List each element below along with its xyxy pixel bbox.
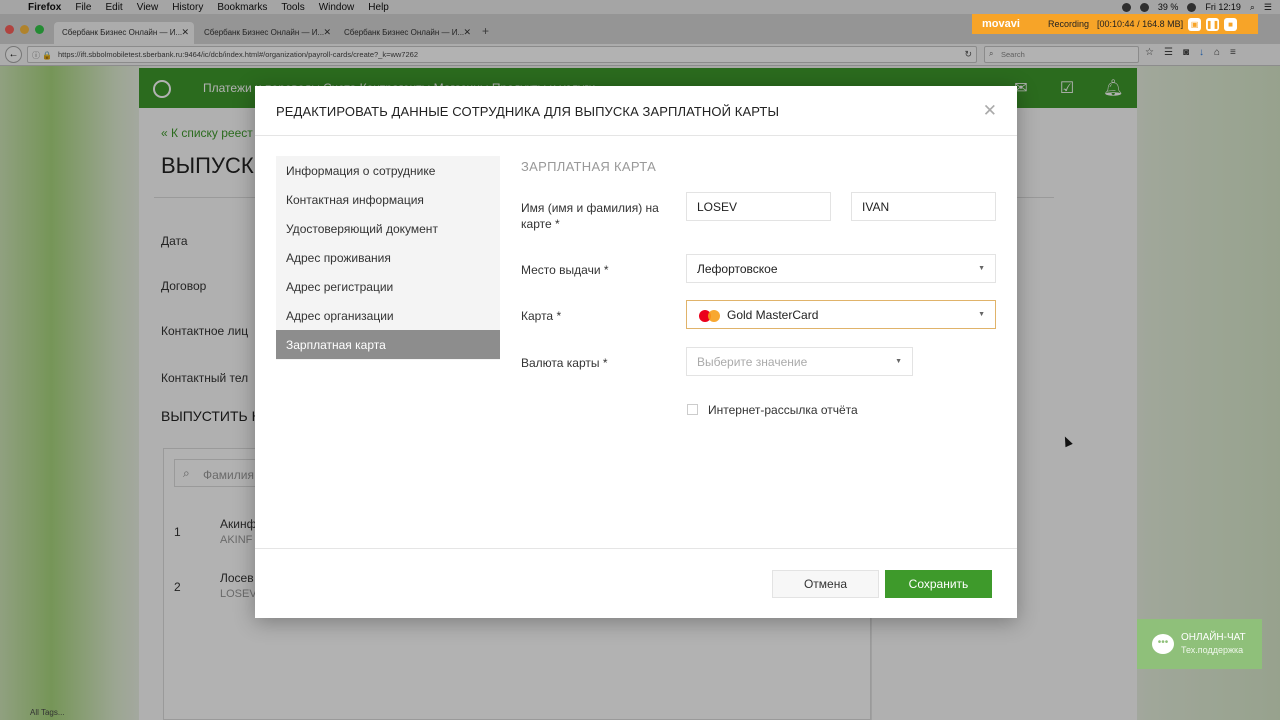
movavi-logo: movavi (982, 18, 1020, 30)
nav-item-employee-info[interactable]: Информация о сотруднике (276, 156, 500, 185)
online-chat-widget[interactable]: ••• ОНЛАЙН-ЧАТ Тех.поддержка (1137, 619, 1262, 669)
recording-label: Recording (1048, 19, 1090, 29)
chevron-down-icon: ▼ (895, 358, 902, 365)
last-name-input[interactable]: LOSEV (686, 192, 831, 221)
footer-divider (255, 548, 1017, 549)
cancel-button[interactable]: Отмена (772, 570, 879, 598)
card-name-label: Имя (имя и фамилия) на карте * (521, 201, 659, 231)
first-name-input[interactable]: IVAN (851, 192, 996, 221)
chat-title: ОНЛАЙН-ЧАТ (1181, 632, 1246, 643)
card-type-label: Карта * (521, 309, 562, 323)
nav-item-organization-address[interactable]: Адрес организации (276, 301, 500, 330)
edit-employee-modal: РЕДАКТИРОВАТЬ ДАННЫЕ СОТРУДНИКА ДЛЯ ВЫПУ… (255, 86, 1017, 618)
newsletter-checkbox[interactable] (687, 404, 698, 415)
chevron-down-icon: ▼ (978, 265, 985, 272)
issue-place-value: Лефортовское (697, 262, 778, 276)
nav-item-registration-address[interactable]: Адрес регистрации (276, 272, 500, 301)
issue-place-label: Место выдачи * (521, 263, 609, 277)
save-button[interactable]: Сохранить (885, 570, 992, 598)
recording-time: [00:10:44 / 164.8 MB] (1097, 19, 1184, 29)
card-type-value: Gold MasterCard (727, 308, 819, 322)
chat-bubble-icon: ••• (1152, 634, 1174, 654)
form-section-title: ЗАРПЛАТНАЯ КАРТА (521, 159, 657, 174)
modal-title: РЕДАКТИРОВАТЬ ДАННЫЕ СОТРУДНИКА ДЛЯ ВЫПУ… (276, 104, 780, 119)
nav-item-residence-address[interactable]: Адрес проживания (276, 243, 500, 272)
status-strip: All Tags... (30, 708, 65, 717)
stop-icon[interactable]: ■ (1224, 17, 1238, 31)
currency-placeholder: Выберите значение (697, 355, 808, 369)
nav-item-contact-info[interactable]: Контактная информация (276, 185, 500, 214)
mastercard-icon (699, 310, 721, 322)
nav-item-id-document[interactable]: Удостоверяющий документ (276, 214, 500, 243)
camera-icon[interactable]: ▣ (1188, 17, 1202, 31)
currency-select[interactable]: Выберите значение ▼ (686, 347, 913, 376)
currency-label: Валюта карты * (521, 356, 608, 370)
recording-toolbar: movavi Recording [00:10:44 / 164.8 MB] ▣… (972, 14, 1258, 34)
issue-place-select[interactable]: Лефортовское ▼ (686, 254, 996, 283)
chat-subtitle: Тех.поддержка (1181, 645, 1244, 655)
modal-header: РЕДАКТИРОВАТЬ ДАННЫЕ СОТРУДНИКА ДЛЯ ВЫПУ… (255, 86, 1017, 136)
close-icon[interactable]: ✕ (983, 101, 997, 121)
card-type-select[interactable]: Gold MasterCard ▼ (686, 300, 996, 329)
pause-icon[interactable]: ❚❚ (1206, 17, 1219, 31)
nav-item-salary-card[interactable]: Зарплатная карта (276, 330, 500, 359)
newsletter-label[interactable]: Интернет-рассылка отчёта (708, 403, 858, 417)
modal-section-nav: Информация о сотруднике Контактная инфор… (276, 156, 500, 360)
chevron-down-icon: ▼ (978, 311, 985, 318)
